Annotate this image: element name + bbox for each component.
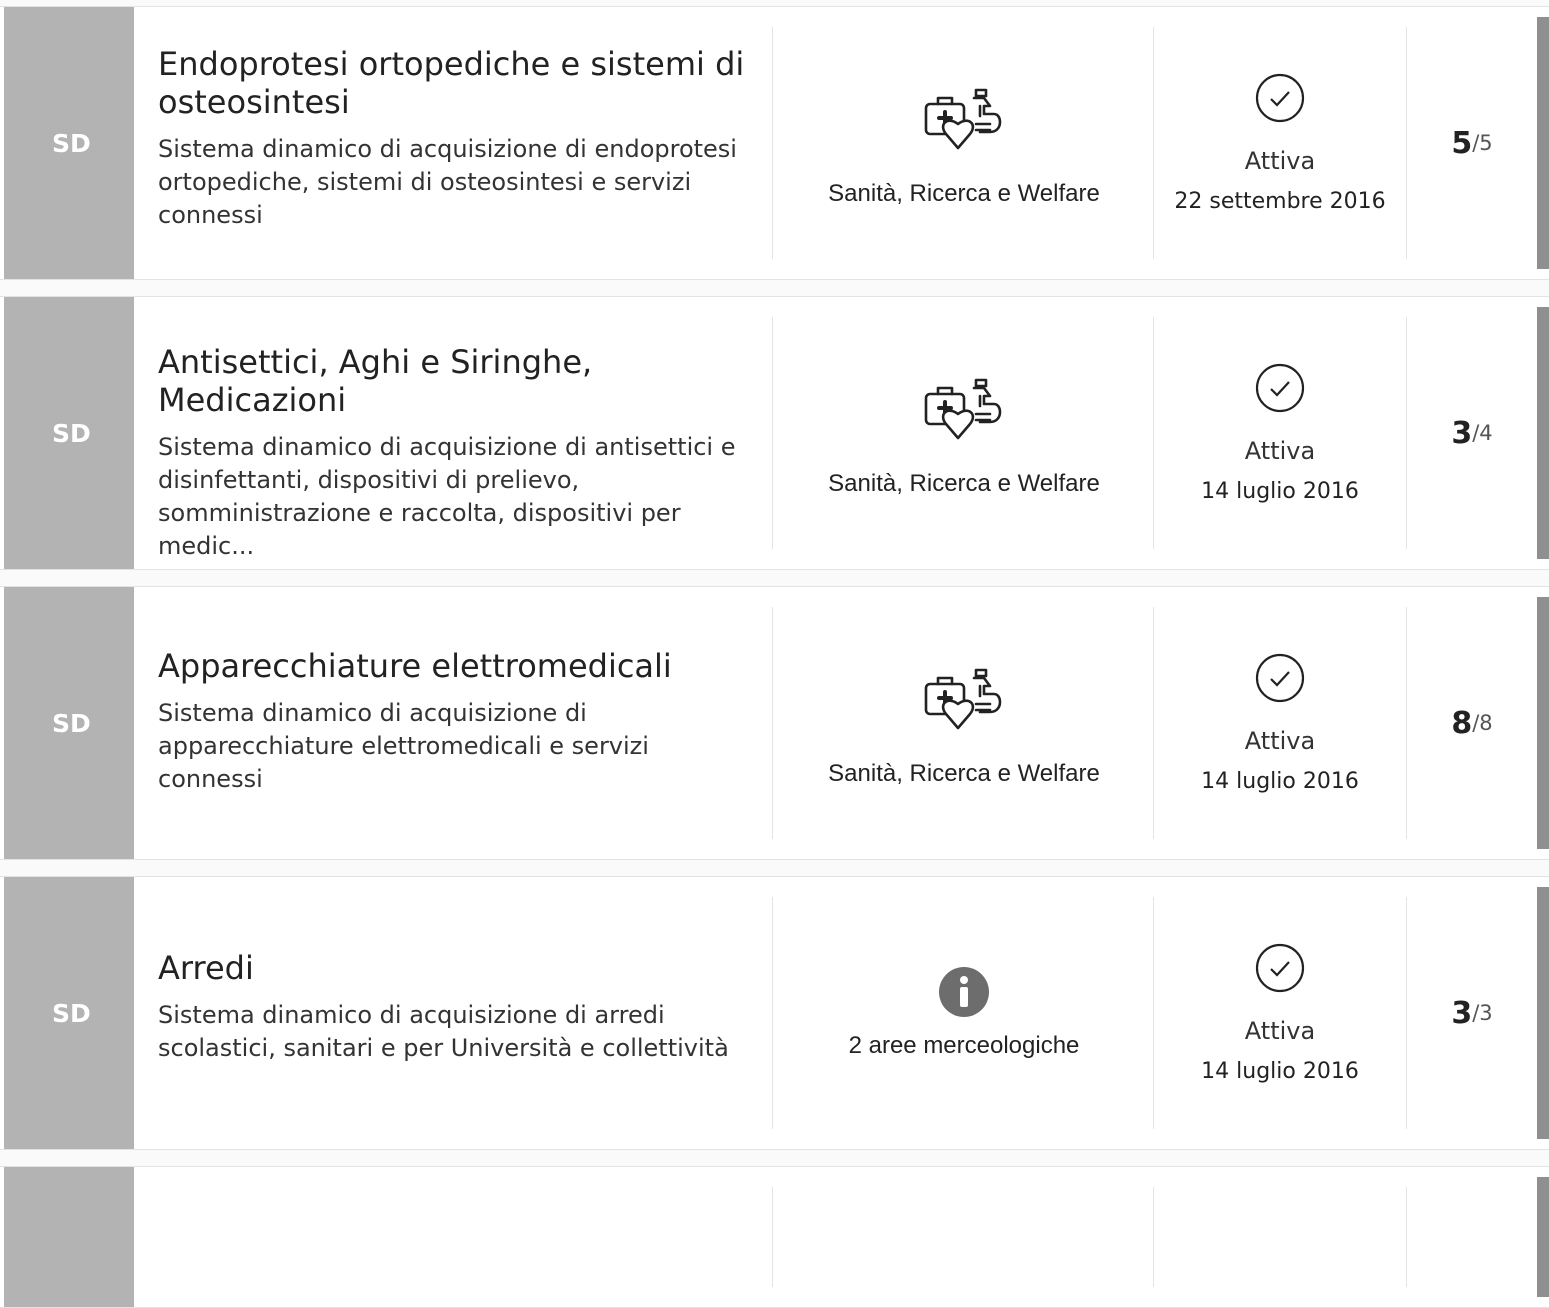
- list-item[interactable]: SD Arredi Sistema dinamico di acquisizio…: [0, 876, 1549, 1150]
- lot-count-total: /4: [1472, 421, 1493, 445]
- lot-count: 8 /8: [1407, 587, 1537, 859]
- lot-count: 3 /3: [1407, 877, 1537, 1149]
- status-label: Attiva: [1244, 146, 1316, 175]
- item-title[interactable]: Arredi: [158, 949, 748, 987]
- check-circle-icon: [1255, 653, 1305, 702]
- status-label: Attiva: [1244, 726, 1316, 755]
- status-date: 14 luglio 2016: [1201, 1058, 1359, 1084]
- item-main: Endoprotesi ortopediche e sistemi di ost…: [158, 45, 748, 232]
- status-label: Attiva: [1244, 436, 1316, 465]
- list-item[interactable]: SD Antisettici, Aghi e Siringhe, Medicaz…: [0, 296, 1549, 570]
- item-description: Sistema dinamico di acquisizione di endo…: [158, 135, 737, 229]
- category-label: Sanità, Ricerca e Welfare: [828, 180, 1100, 207]
- status-date: 14 luglio 2016: [1201, 478, 1359, 504]
- divider: [1406, 1187, 1407, 1287]
- item-main: Antisettici, Aghi e Siringhe, Medicazion…: [158, 343, 748, 563]
- status-cell: Attiva 14 luglio 2016: [1154, 587, 1406, 859]
- type-badge: SD: [4, 7, 134, 279]
- status-date: 14 luglio 2016: [1201, 768, 1359, 794]
- lot-count-active: 3: [1451, 415, 1473, 451]
- item-main: Arredi Sistema dinamico di acquisizione …: [158, 949, 748, 1065]
- category-label: Sanità, Ricerca e Welfare: [828, 760, 1100, 787]
- item-main: Apparecchiature elettromedicali Sistema …: [158, 647, 748, 796]
- lot-count: 3 /4: [1407, 297, 1537, 569]
- health-research-welfare-icon: [924, 88, 1002, 150]
- category-cell: Sanità, Ricerca e Welfare: [775, 587, 1153, 859]
- status-cell: Attiva 14 luglio 2016: [1154, 877, 1406, 1149]
- status-cell: Attiva 14 luglio 2016: [1154, 297, 1406, 569]
- health-research-welfare-icon: [924, 378, 1002, 440]
- lot-count-active: 3: [1451, 995, 1473, 1031]
- divider: [772, 317, 773, 549]
- item-description: Sistema dinamico di acquisizione di anti…: [158, 433, 736, 560]
- type-badge: SD: [4, 297, 134, 569]
- check-circle-icon: [1255, 363, 1305, 412]
- lot-count-total: /3: [1472, 1001, 1493, 1025]
- status-date: 22 settembre 2016: [1174, 188, 1386, 214]
- divider: [1153, 1187, 1154, 1287]
- type-badge: SD: [4, 587, 134, 859]
- item-description: Sistema dinamico di acquisizione di arre…: [158, 1001, 729, 1062]
- info-icon[interactable]: [938, 966, 990, 1018]
- lot-count-active: 5: [1451, 125, 1473, 161]
- item-title[interactable]: Apparecchiature elettromedicali: [158, 647, 748, 685]
- category-label: 2 aree merceologiche: [848, 1032, 1080, 1059]
- item-description: Sistema dinamico di acquisizione di appa…: [158, 699, 649, 793]
- item-title[interactable]: Endoprotesi ortopediche e sistemi di ost…: [158, 45, 748, 121]
- list-item[interactable]: [0, 1166, 1549, 1308]
- lot-count-active: 8: [1451, 705, 1473, 741]
- type-badge: SD: [4, 877, 134, 1149]
- divider: [772, 897, 773, 1129]
- category-cell: Sanità, Ricerca e Welfare: [775, 7, 1153, 279]
- category-label: Sanità, Ricerca e Welfare: [828, 470, 1100, 497]
- divider: [772, 1187, 773, 1287]
- lot-count-total: /8: [1472, 711, 1493, 735]
- check-circle-icon: [1255, 73, 1305, 122]
- check-circle-icon: [1255, 943, 1305, 992]
- category-cell: 2 aree merceologiche: [775, 877, 1153, 1149]
- divider: [772, 607, 773, 839]
- list-item[interactable]: SD Endoprotesi ortopediche e sistemi di …: [0, 6, 1549, 280]
- status-label: Attiva: [1244, 1016, 1316, 1045]
- lot-count-total: /5: [1472, 131, 1493, 155]
- lot-count: 5 /5: [1407, 7, 1537, 279]
- list-item[interactable]: SD Apparecchiature elettromedicali Siste…: [0, 586, 1549, 860]
- divider: [772, 27, 773, 259]
- type-badge: [4, 1167, 134, 1307]
- status-cell: Attiva 22 settembre 2016: [1154, 7, 1406, 279]
- category-cell: Sanità, Ricerca e Welfare: [775, 297, 1153, 569]
- health-research-welfare-icon: [924, 668, 1002, 730]
- item-title[interactable]: Antisettici, Aghi e Siringhe, Medicazion…: [158, 343, 748, 419]
